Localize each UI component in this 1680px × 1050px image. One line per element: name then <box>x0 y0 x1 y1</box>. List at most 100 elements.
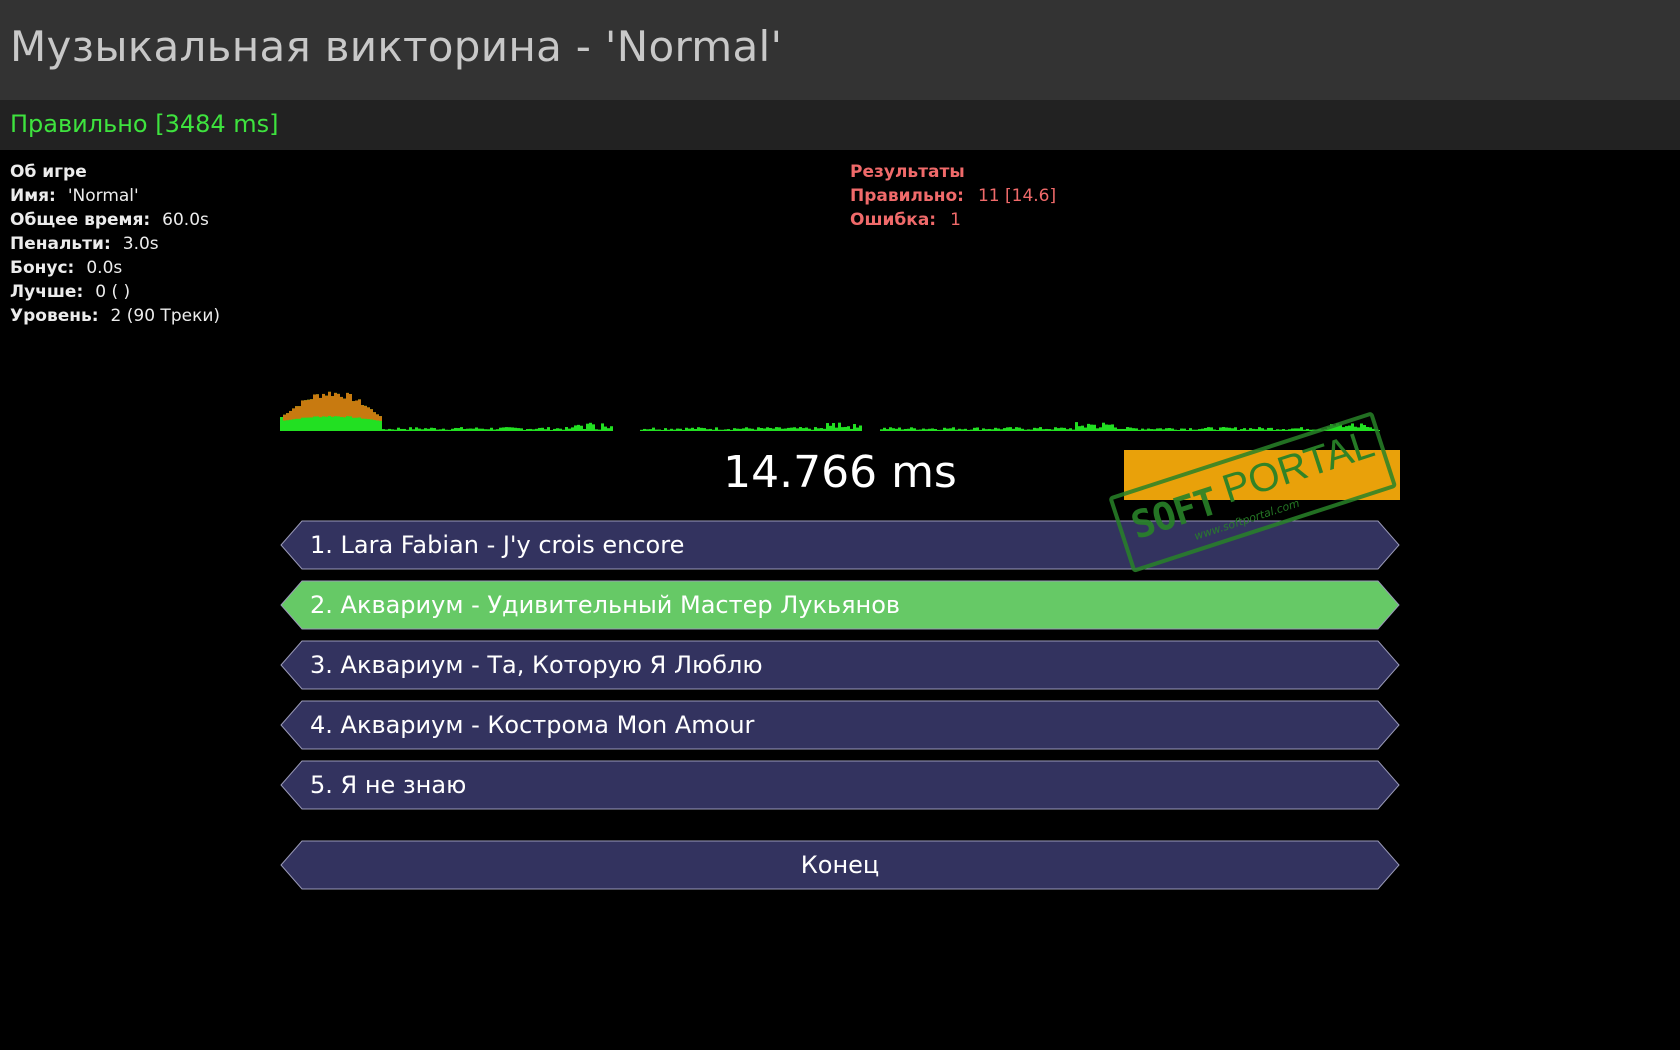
info-value: 'Normal' <box>67 186 139 206</box>
answer-option-4[interactable]: 4. Аквариум - Кострома Mon Amour <box>280 700 1400 750</box>
spectrum-bar <box>1162 429 1165 431</box>
spectrum-bar <box>1288 429 1291 431</box>
spectrum-bar <box>928 428 931 431</box>
spectrum-bar <box>1372 428 1375 431</box>
spectrum-bar <box>1039 427 1042 431</box>
spectrum-bar <box>1285 429 1288 431</box>
spectrum-bar <box>457 428 460 431</box>
spectrum-bar <box>418 428 421 431</box>
info-key: Общее время: <box>10 210 151 230</box>
info-row-level: Уровень: 2 (90 Треки) <box>10 304 220 328</box>
spectrum-bar <box>763 428 766 431</box>
spectrum-bar <box>859 425 862 431</box>
spectrum-bar <box>1027 429 1030 431</box>
spectrum-bar <box>1243 428 1246 431</box>
spectrum-peak <box>310 399 313 418</box>
spectrum-bar <box>1306 428 1309 431</box>
spectrum-bar <box>1270 427 1273 431</box>
info-key: Лучше: <box>10 282 84 302</box>
spectrum-bar <box>1228 427 1231 431</box>
spectrum-bar <box>754 429 757 431</box>
spectrum-bar <box>661 429 664 431</box>
spectrum-bar <box>1294 428 1297 431</box>
spectrum-bar <box>415 427 418 431</box>
spectrum-bar <box>715 427 718 431</box>
spectrum-bar <box>1129 427 1132 431</box>
spectrum-bar <box>430 427 433 431</box>
spectrum-bar <box>1174 429 1177 431</box>
spectrum-bar <box>673 429 676 431</box>
answer-option-1[interactable]: 1. Lara Fabian - J'y crois encore <box>280 520 1400 570</box>
spectrum-bar <box>937 429 940 431</box>
spectrum-bar <box>1354 426 1357 431</box>
end-button[interactable]: Конец <box>280 840 1400 890</box>
spectrum-bar <box>895 428 898 431</box>
spectrum-bar <box>484 429 487 431</box>
answer-option-5[interactable]: 5. Я не знаю <box>280 760 1400 810</box>
spectrum-peak <box>286 413 289 421</box>
spectrum-bar <box>469 428 472 431</box>
spectrum-peak <box>322 393 325 417</box>
spectrum-bar <box>703 428 706 431</box>
spectrum-bar <box>1135 428 1138 431</box>
spectrum-bar <box>445 429 448 431</box>
spectrum-bar <box>1111 424 1114 431</box>
spectrum-bar <box>499 427 502 431</box>
spectrum-bar <box>670 428 673 431</box>
spectrum-bar <box>481 428 484 431</box>
spectrum-peak <box>283 414 286 421</box>
spectrum-bar <box>1180 428 1183 431</box>
spectrum-bar <box>1216 429 1219 431</box>
spectrum-peak <box>376 414 379 421</box>
spectrum-bar <box>1192 429 1195 431</box>
answer-option-2[interactable]: 2. Аквариум - Удивительный Мастер Лукьян… <box>280 580 1400 630</box>
spectrum-bar <box>532 429 535 431</box>
spectrum-bar <box>823 428 826 431</box>
spectrum-bar <box>781 428 784 431</box>
spectrum-bar <box>1339 424 1342 431</box>
spectrum-bar <box>1087 423 1090 431</box>
spectrum-bar <box>529 428 532 431</box>
spectrum-bar <box>1048 429 1051 431</box>
spectrum-bar <box>760 428 763 431</box>
spectrum-peak <box>346 392 349 417</box>
spectrum-bar <box>1321 429 1324 431</box>
game-info-heading: Об игре <box>10 162 87 182</box>
window-title: Музыкальная викторина - 'Normal' <box>10 22 783 71</box>
answer-option-3[interactable]: 3. Аквариум - Та, Которую Я Люблю <box>280 640 1400 690</box>
spectrum-bar <box>685 427 688 431</box>
answer-label: 1. Lara Fabian - J'y crois encore <box>310 531 685 559</box>
spectrum-bar <box>775 427 778 431</box>
spectrum-bar <box>787 427 790 431</box>
answer-label: 2. Аквариум - Удивительный Мастер Лукьян… <box>310 591 901 619</box>
answer-label: 4. Аквариум - Кострома Mon Amour <box>310 711 755 739</box>
spectrum-bar <box>796 428 799 431</box>
spectrum-bar <box>688 428 691 431</box>
spectrum-bar <box>604 426 607 431</box>
spectrum-bar <box>805 427 808 431</box>
spectrum-bar <box>454 427 457 431</box>
spectrum-bar <box>487 429 490 431</box>
spectrum-bar <box>1150 429 1153 431</box>
spectrum-bar <box>997 428 1000 431</box>
spectrum-bar <box>1210 427 1213 431</box>
answer-label: 3. Аквариум - Та, Которую Я Люблю <box>310 651 763 679</box>
spectrum-bar <box>505 427 508 431</box>
spectrum-bar <box>700 427 703 431</box>
spectrum-bar <box>1297 428 1300 431</box>
info-row-name: Имя: 'Normal' <box>10 184 220 208</box>
spectrum-bar <box>664 428 667 431</box>
spectrum-bar <box>1315 429 1318 431</box>
spectrum-bar <box>982 428 985 431</box>
spectrum-bar <box>769 427 772 431</box>
spectrum-bar <box>433 428 436 431</box>
spectrum-bar <box>1153 429 1156 431</box>
results-key: Ошибка: <box>850 210 937 230</box>
spectrum-bar <box>406 429 409 431</box>
spectrum-bar <box>694 428 697 431</box>
spectrum-bar <box>1225 427 1228 431</box>
spectrum-bar <box>964 428 967 431</box>
answer-label: 5. Я не знаю <box>310 771 467 799</box>
spectrum-bar <box>679 428 682 431</box>
spectrum-bar <box>520 428 523 431</box>
